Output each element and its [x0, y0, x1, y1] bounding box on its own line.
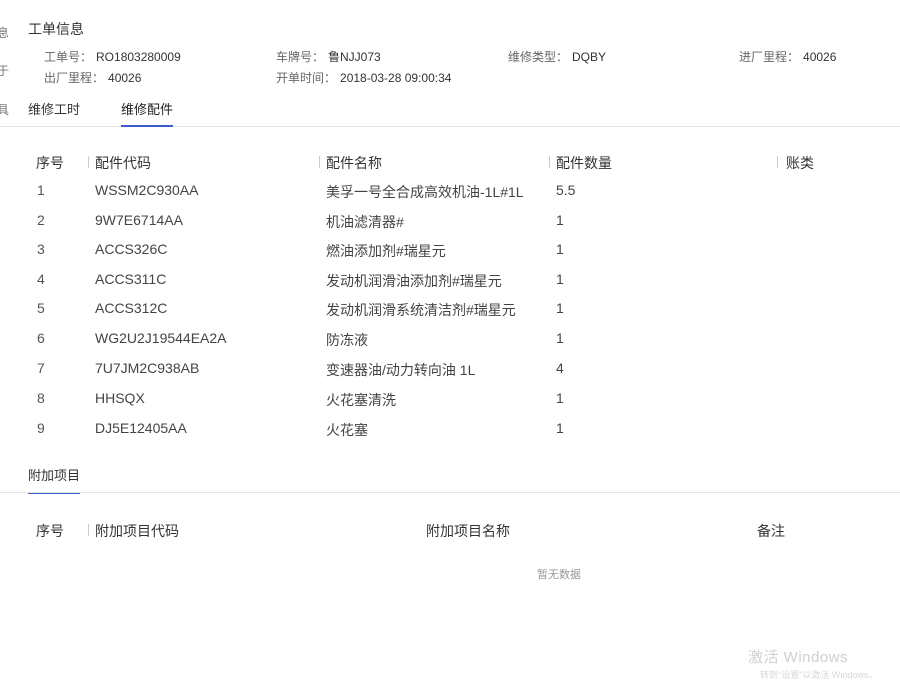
part-quantity: 1 [556, 212, 564, 228]
divider [0, 492, 900, 493]
part-code: WSSM2C930AA [95, 182, 199, 198]
detail-tabs: 维修工时 维修配件 [0, 96, 900, 127]
edge-glyph: 息 [0, 26, 10, 40]
exit-mileage-value: 40026 [108, 71, 142, 85]
column-header-part-name[interactable]: 配件名称 [326, 153, 382, 173]
table-row[interactable]: 7 7U7JM2C938AB 变速器油/动力转向油 1L 4 [0, 356, 900, 385]
part-quantity: 1 [556, 330, 564, 346]
part-quantity: 5.5 [556, 182, 576, 198]
column-header-part-code[interactable]: 配件代码 [95, 153, 151, 173]
entry-mileage-value: 40026 [803, 50, 837, 64]
part-quantity: 1 [556, 420, 564, 436]
part-name: 机油滤清器# [326, 214, 404, 230]
row-index: 8 [37, 390, 45, 406]
empty-state-text: 暂无数据 [537, 569, 581, 581]
table-row[interactable]: 5 ACCS312C 发动机润滑系统清洁剂#瑞星元 1 [0, 296, 900, 325]
column-divider[interactable] [777, 156, 778, 168]
row-index: 4 [37, 271, 45, 287]
column-header-index[interactable]: 序号 [36, 521, 64, 541]
part-quantity: 4 [556, 360, 564, 376]
work-order-info-title: 工单信息 [28, 21, 84, 37]
part-name: 防冻液 [326, 332, 368, 348]
tab-repair-labor[interactable]: 维修工时 [28, 99, 80, 125]
order-number-field: 工单号： RO1803280009 [44, 48, 181, 65]
part-code: 7U7JM2C938AB [95, 360, 200, 376]
extra-items-tab[interactable]: 附加项目 [28, 465, 81, 494]
part-code: ACCS311C [95, 271, 167, 287]
column-header-account-type[interactable]: 账类 [786, 153, 814, 173]
row-index: 7 [37, 360, 45, 376]
parts-table-header: 序号 配件代码 配件名称 配件数量 账类 [0, 150, 900, 174]
exit-mileage-field: 出厂里程： 40026 [44, 69, 141, 86]
edge-glyph: 于 [0, 64, 10, 78]
part-quantity: 1 [556, 241, 564, 257]
open-time-value: 2018-03-28 09:00:34 [340, 71, 452, 85]
table-row[interactable]: 3 ACCS326C 燃油添加剂#瑞星元 1 [0, 237, 900, 266]
entry-mileage-label: 进厂里程： [739, 50, 800, 64]
column-header-extra-code[interactable]: 附加项目代码 [95, 521, 179, 541]
part-name: 美孚一号全合成高效机油-1L#1L [326, 184, 524, 200]
column-header-extra-name[interactable]: 附加项目名称 [426, 521, 510, 541]
extra-items-table-header: 序号 附加项目代码 附加项目名称 备注 [0, 519, 900, 541]
table-row[interactable]: 8 HHSQX 火花塞清洗 1 [0, 386, 900, 415]
part-quantity: 1 [556, 271, 564, 287]
open-time-field: 开单时间： 2018-03-28 09:00:34 [276, 69, 451, 86]
exit-mileage-label: 出厂里程： [44, 71, 105, 85]
repair-type-value: DQBY [572, 50, 607, 64]
part-code: DJ5E12405AA [95, 420, 187, 436]
column-divider[interactable] [319, 156, 320, 168]
table-row[interactable]: 6 WG2U2J19544EA2A 防冻液 1 [0, 326, 900, 355]
part-name: 火花塞 [326, 422, 368, 438]
part-code: ACCS326C [95, 241, 168, 257]
plate-number-value: 鲁NJJ073 [328, 50, 381, 64]
row-index: 5 [37, 300, 45, 316]
column-header-index[interactable]: 序号 [36, 153, 64, 173]
part-code: WG2U2J19544EA2A [95, 330, 227, 346]
table-row[interactable]: 9 DJ5E12405AA 火花塞 1 [0, 416, 900, 445]
part-name: 燃油添加剂#瑞星元 [326, 243, 446, 259]
repair-type-field: 维修类型： DQBY [508, 48, 606, 65]
part-quantity: 1 [556, 390, 564, 406]
part-name: 发动机润滑系统清洁剂#瑞星元 [326, 302, 516, 318]
row-index: 2 [37, 212, 45, 228]
part-code: ACCS312C [95, 300, 168, 316]
windows-activation-watermark: 激活 Windows [748, 649, 849, 666]
row-index: 9 [37, 420, 45, 436]
tab-repair-parts[interactable]: 维修配件 [121, 99, 174, 127]
part-quantity: 1 [556, 300, 564, 316]
order-number-value: RO1803280009 [96, 50, 181, 64]
column-divider[interactable] [549, 156, 550, 168]
column-divider[interactable] [88, 156, 89, 168]
table-row[interactable]: 4 ACCS311C 发动机润滑油添加剂#瑞星元 1 [0, 267, 900, 296]
repair-type-label: 维修类型： [508, 50, 569, 64]
column-header-part-quantity[interactable]: 配件数量 [556, 153, 612, 173]
table-row[interactable]: 1 WSSM2C930AA 美孚一号全合成高效机油-1L#1L 5.5 [0, 178, 900, 207]
row-index: 6 [37, 330, 45, 346]
column-divider[interactable] [88, 524, 89, 536]
part-code: 9W7E6714AA [95, 212, 183, 228]
part-code: HHSQX [95, 390, 145, 406]
part-name: 发动机润滑油添加剂#瑞星元 [326, 273, 502, 289]
part-name: 变速器油/动力转向油 1L [326, 362, 476, 378]
plate-number-label: 车牌号： [276, 50, 325, 64]
row-index: 1 [37, 182, 45, 198]
order-number-label: 工单号： [44, 50, 93, 64]
plate-number-field: 车牌号： 鲁NJJ073 [276, 48, 381, 65]
table-row[interactable]: 2 9W7E6714AA 机油滤清器# 1 [0, 208, 900, 237]
part-name: 火花塞清洗 [326, 392, 396, 408]
open-time-label: 开单时间： [276, 71, 337, 85]
column-header-remark[interactable]: 备注 [757, 521, 785, 541]
row-index: 3 [37, 241, 45, 257]
entry-mileage-field: 进厂里程： 40026 [739, 48, 836, 65]
